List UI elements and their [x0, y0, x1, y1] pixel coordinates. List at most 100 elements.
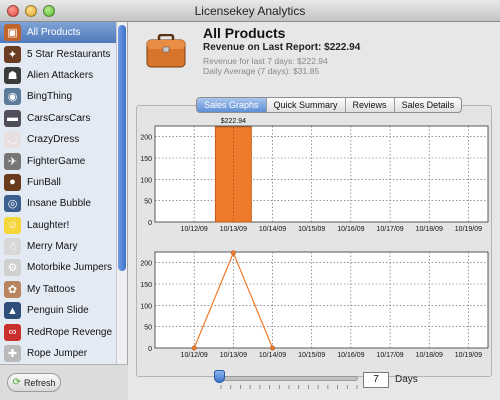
- x-tick-label: 10/12/09: [181, 226, 208, 233]
- sidebar-item[interactable]: ✈ FighterGame: [0, 150, 116, 171]
- lips-icon: ◡: [4, 131, 21, 149]
- sidebar-item-label: CarsCarsCars: [27, 112, 91, 124]
- daily-average: Daily Average (7 days): $31.85: [203, 66, 320, 76]
- bar-data-label: $222.94: [221, 118, 246, 125]
- sales-graphs-panel: 0 50 100 150 200 10/12/09 10/13/09 10/14/09 10/1…: [136, 105, 492, 377]
- y-tick-label: 200: [140, 261, 152, 268]
- x-tick-label: 10/17/09: [376, 226, 403, 233]
- sidebar-item-label: Rope Jumper: [27, 348, 88, 360]
- y-tick-label: 150: [140, 282, 152, 289]
- days-slider-track[interactable]: [218, 376, 358, 381]
- sales-charts: 0 50 100 150 200 10/12/09 10/13/09 10/14/09 10/1…: [140, 118, 489, 359]
- line-point: [230, 250, 236, 256]
- sidebar-item-label: Penguin Slide: [27, 305, 89, 317]
- line-point: [270, 345, 275, 351]
- x-tick-label: 10/12/09: [181, 352, 208, 359]
- sidebar-item-label: My Tattoos: [27, 283, 76, 295]
- sidebar-item[interactable]: ● FunBall: [0, 172, 116, 193]
- y-tick-label: 0: [148, 346, 152, 353]
- days-input[interactable]: 7: [363, 372, 389, 388]
- bubble-icon: ◎: [4, 195, 21, 213]
- fighter-icon: ✈: [4, 152, 21, 170]
- sidebar-item[interactable]: ◉ BingThing: [0, 86, 116, 107]
- days-label: Days: [395, 374, 418, 385]
- tattoo-icon: ✿: [4, 280, 21, 298]
- refresh-button[interactable]: ⟳ Refresh: [7, 373, 61, 392]
- motorbike-icon: ⚙: [4, 259, 21, 277]
- y-tick-label: 50: [144, 199, 152, 206]
- sidebar-item-label: Laughter!: [27, 219, 70, 231]
- sidebar-item[interactable]: ⚙ Motorbike Jumpers: [0, 257, 116, 278]
- sidebar-item-label: BingThing: [27, 91, 73, 103]
- jumper-icon: ✚: [4, 345, 21, 363]
- refresh-label: Refresh: [23, 377, 56, 388]
- y-tick-label: 100: [140, 303, 152, 310]
- x-tick-label: 10/16/09: [337, 226, 364, 233]
- sidebar-item[interactable]: ◡ CrazyDress: [0, 129, 116, 150]
- sidebar-item[interactable]: ∞ RedRope Revenge: [0, 321, 116, 342]
- x-tick-label: 10/14/09: [259, 352, 286, 359]
- sidebar-item[interactable]: ☃ Merry Mary: [0, 236, 116, 257]
- y-tick-label: 0: [148, 220, 152, 227]
- chart-plot-area: [154, 251, 489, 349]
- smiley-icon: ☺: [4, 216, 21, 234]
- x-tick-label: 10/19/09: [455, 226, 482, 233]
- sidebar-item[interactable]: ✿ My Tattoos: [0, 279, 116, 300]
- tab-reviews[interactable]: Reviews: [346, 98, 395, 112]
- product-list: ▣ All Products ✦ 5 Star Restaurants ☗ Alien A…: [0, 22, 116, 364]
- sidebar-footer: ⟳ Refresh: [0, 364, 128, 400]
- sidebar-item[interactable]: ▲ Penguin Slide: [0, 300, 116, 321]
- chart-plot-area: [154, 125, 489, 223]
- y-tick-label: 50: [144, 325, 152, 332]
- revenue-7-days: Revenue for last 7 days: $222.94: [203, 56, 328, 66]
- y-tick-label: 150: [140, 156, 152, 163]
- x-tick-label: 10/16/09: [337, 352, 364, 359]
- sidebar-item-label: Insane Bubble: [27, 198, 91, 210]
- sidebar-item-label: Alien Attackers: [27, 69, 94, 81]
- sidebar-item[interactable]: ☗ Alien Attackers: [0, 65, 116, 86]
- x-tick-label: 10/18/09: [416, 226, 443, 233]
- car-icon: ▬: [4, 109, 21, 127]
- line-point: [191, 345, 197, 351]
- sidebar-item-label: All Products: [27, 27, 81, 39]
- window-title: Licensekey Analytics: [194, 4, 306, 18]
- refresh-icon: ⟳: [12, 377, 21, 388]
- revenue-last-report: Revenue on Last Report: $222.94: [203, 42, 361, 53]
- x-tick-label: 10/18/09: [416, 352, 443, 359]
- sidebar-item[interactable]: ▬ CarsCarsCars: [0, 108, 116, 129]
- sidebar-item[interactable]: ▣ All Products: [0, 22, 116, 44]
- y-tick-label: 200: [140, 135, 152, 142]
- penguin-icon: ▲: [4, 302, 21, 320]
- sidebar-scrollbar-thumb[interactable]: [118, 25, 126, 271]
- briefcase-icon: [146, 34, 186, 68]
- page-title: All Products: [203, 25, 286, 41]
- tab-quick-summary[interactable]: Quick Summary: [267, 98, 346, 112]
- y-tick-label: 100: [140, 177, 152, 184]
- x-tick-label: 10/15/09: [298, 226, 325, 233]
- sidebar-item-label: Merry Mary: [27, 241, 78, 253]
- x-tick-label: 10/13/09: [220, 352, 247, 359]
- sidebar: ▣ All Products ✦ 5 Star Restaurants ☗ Alien A…: [0, 22, 128, 400]
- sidebar-item-label: CrazyDress: [27, 134, 80, 146]
- sidebar-item[interactable]: ✦ 5 Star Restaurants: [0, 43, 116, 64]
- sidebar-item-label: FunBall: [27, 176, 61, 188]
- sidebar-item-label: Motorbike Jumpers: [27, 262, 113, 274]
- main-panel: All Products Revenue on Last Report: $22…: [128, 22, 500, 400]
- rope-icon: ∞: [4, 323, 21, 341]
- ball-icon: ●: [4, 173, 21, 191]
- tab-sales-graphs[interactable]: Sales Graphs: [197, 98, 267, 112]
- x-tick-label: 10/13/09: [220, 226, 247, 233]
- sidebar-item-label: FighterGame: [27, 155, 86, 167]
- tab-bar: Sales Graphs Quick Summary Reviews Sales De…: [196, 97, 463, 113]
- x-tick-label: 10/17/09: [376, 352, 403, 359]
- sidebar-scrollbar[interactable]: [116, 22, 127, 364]
- alien-icon: ☗: [4, 66, 21, 84]
- days-slider-knob[interactable]: [214, 370, 225, 383]
- tab-sales-details[interactable]: Sales Details: [395, 98, 462, 112]
- x-tick-label: 10/19/09: [455, 352, 482, 359]
- sidebar-item[interactable]: ◎ Insane Bubble: [0, 193, 116, 214]
- sidebar-item[interactable]: ✚ Rope Jumper: [0, 343, 116, 364]
- x-tick-label: 10/14/09: [259, 226, 286, 233]
- sidebar-item[interactable]: ☺ Laughter!: [0, 215, 116, 236]
- restaurant-icon: ✦: [4, 45, 21, 63]
